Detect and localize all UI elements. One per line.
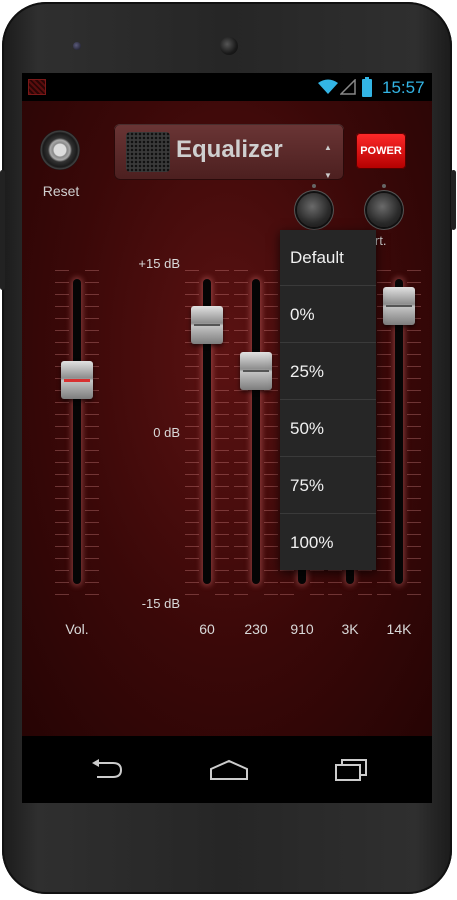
band-label-910: 910 — [290, 621, 314, 637]
dropdown-option-50[interactable]: 50% — [280, 401, 376, 457]
slider-thumb-vol[interactable] — [61, 360, 93, 399]
battery-icon — [362, 77, 372, 97]
back-button[interactable] — [82, 748, 132, 792]
slider-thumb-230[interactable] — [240, 351, 272, 390]
clock: 15:57 — [382, 78, 425, 97]
dropdown-option-100[interactable]: 100% — [280, 515, 376, 571]
recents-button[interactable] — [326, 748, 376, 792]
dropdown-option-75[interactable]: 75% — [280, 458, 376, 514]
equalizer-app: Reset Equalizer ▲ ▼ POWER irt. +15 dB 0 d… — [22, 101, 432, 736]
status-bar: 15:57 — [22, 73, 432, 101]
wifi-icon — [318, 79, 338, 94]
front-sensor — [73, 42, 81, 50]
back-icon — [92, 759, 123, 778]
band-label-vol: Vol. — [65, 621, 89, 637]
navigation-bar — [22, 736, 432, 803]
band-label-14k: 14K — [386, 621, 412, 637]
home-button[interactable] — [204, 748, 254, 792]
recents-icon — [335, 759, 367, 781]
home-icon — [210, 759, 248, 780]
band-label-60: 60 — [199, 621, 215, 637]
thumb-grip — [243, 369, 269, 372]
dropdown-option-default[interactable]: Default — [280, 230, 376, 286]
band-label-230: 230 — [244, 621, 268, 637]
front-camera — [220, 37, 238, 55]
slider-thumb-14k[interactable] — [383, 287, 415, 326]
app-icon — [28, 79, 46, 95]
thumb-grip — [64, 378, 90, 382]
power-side-button — [451, 170, 456, 230]
dropdown-option-25[interactable]: 25% — [280, 344, 376, 400]
volume-button — [0, 170, 5, 290]
signal-icon — [340, 79, 356, 95]
band-label-3k: 3K — [341, 621, 359, 637]
thumb-grip — [194, 323, 220, 326]
slider-thumb-60[interactable] — [191, 305, 223, 344]
dropdown-option-0[interactable]: 0% — [280, 287, 376, 343]
slider-track-230[interactable] — [252, 279, 260, 584]
thumb-grip — [386, 305, 412, 308]
preset-dropdown: Default 0% 25% 50% 75% 100% — [280, 230, 376, 570]
slider-track-vol[interactable] — [73, 279, 81, 584]
screen: 15:57 Reset Equalizer ▲ ▼ POWER irt. +15 … — [22, 73, 432, 803]
